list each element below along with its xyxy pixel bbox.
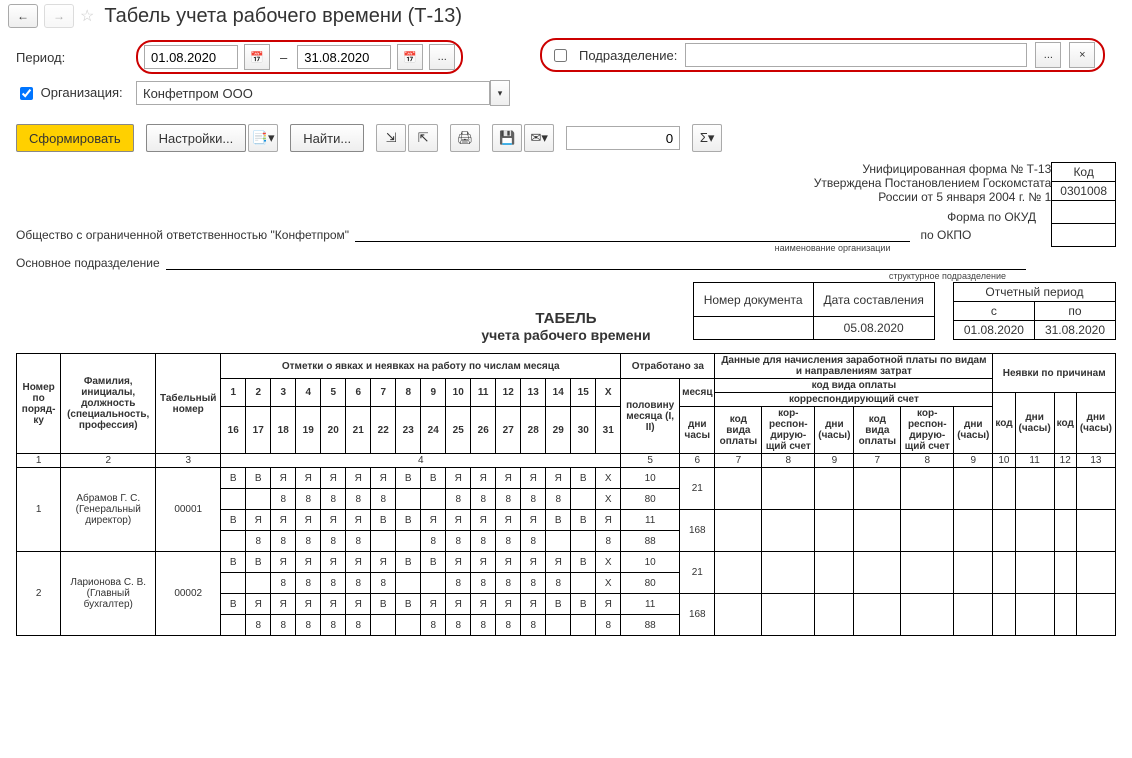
page-title: Табель учета рабочего времени (Т-13) <box>104 5 462 28</box>
form-line2: Утверждена Постановлением Госкомстата <box>16 176 1116 190</box>
col-abs-days1: дни (часы) <box>1015 393 1054 454</box>
settings-button[interactable]: Настройки... <box>146 124 247 152</box>
col-abs-days2: дни (часы) <box>1076 393 1115 454</box>
col-payroll: Данные для начисления заработной платы п… <box>715 354 993 379</box>
col-num: Номер по поряд-ку <box>17 354 61 454</box>
dept-name: Основное подразделение <box>16 256 160 270</box>
col-month: месяц <box>680 379 715 407</box>
report-subtitle: учета рабочего времени <box>16 327 1116 343</box>
col-pc1: код вида оплаты <box>715 407 762 454</box>
doc-num <box>693 317 813 340</box>
col-hours: часы <box>682 430 712 441</box>
col-worked: Отработано за <box>621 354 715 379</box>
dept-sub: структурное подразделение <box>889 271 1006 281</box>
organization-input[interactable]: Конфетпром ООО <box>136 81 490 105</box>
period-hdr: Отчетный период <box>953 283 1115 302</box>
organization-row: Организация: <box>16 84 136 103</box>
subdivision-clear-button[interactable]: × <box>1069 42 1095 68</box>
org-name: Общество с ограниченной ответственностью… <box>16 228 349 242</box>
organization-checkbox[interactable] <box>20 87 33 100</box>
settings-variants-icon[interactable]: 📑▾ <box>248 124 278 152</box>
col-ca2: кор-респон-дирую-щий счет <box>901 407 954 454</box>
doc-num-hdr: Номер документа <box>693 283 813 317</box>
form-line1: Унифицированная форма № Т-13 <box>16 162 1116 176</box>
col-abs-code1: код <box>993 393 1015 454</box>
form-line3: России от 5 января 2004 г. № 1 <box>16 190 1116 204</box>
col-abs-code2: код <box>1054 393 1076 454</box>
subdivision-select-button[interactable]: ... <box>1035 42 1061 68</box>
timesheet-table: Номер по поряд-ку Фамилия, инициалы, дол… <box>16 353 1116 636</box>
report-title: ТАБЕЛЬ <box>16 310 1116 327</box>
subdivision-checkbox[interactable] <box>554 49 567 62</box>
col-x: X <box>596 379 621 407</box>
print-icon[interactable]: 🖨 <box>450 124 480 152</box>
codes-table: Код 0301008 <box>1051 162 1116 247</box>
number-input[interactable] <box>566 126 680 150</box>
col-absence: Неявки по причинам <box>993 354 1116 393</box>
back-button[interactable]: ← <box>8 4 38 28</box>
period-select-button[interactable]: ... <box>429 44 455 70</box>
find-button[interactable]: Найти... <box>290 124 364 152</box>
form-button[interactable]: Сформировать <box>16 124 134 152</box>
col-dh2: дни (часы) <box>954 407 993 454</box>
col-marks: Отметки о явках и неявках на работу по ч… <box>221 354 621 379</box>
email-icon[interactable]: ✉▾ <box>524 124 554 152</box>
doc-date: 05.08.2020 <box>813 317 934 340</box>
extra-code <box>1052 224 1116 247</box>
calendar-from-icon[interactable]: 📅 <box>244 44 270 70</box>
form-info: Унифицированная форма № Т-13 Утверждена … <box>16 162 1116 204</box>
doc-date-hdr: Дата составления <box>813 283 934 317</box>
col-tab: Табельный номер <box>156 354 221 454</box>
sum-icon[interactable]: Σ▾ <box>692 124 722 152</box>
date-from-input[interactable] <box>144 45 238 69</box>
calendar-to-icon[interactable]: 📅 <box>397 44 423 70</box>
period-highlight: 📅 – 📅 ... <box>136 40 463 74</box>
col-name: Фамилия, инициалы, должность (специально… <box>61 354 156 454</box>
okpo-label: по ОКПО <box>920 228 971 242</box>
col-pc2: код вида оплаты <box>854 407 901 454</box>
organization-dropdown-icon[interactable]: ▾ <box>490 80 510 106</box>
collapse-icon[interactable]: ⇱ <box>408 124 438 152</box>
period-dash: – <box>276 50 291 65</box>
okud-value: 0301008 <box>1052 182 1116 201</box>
col-half: половину месяца (I, II) <box>621 379 680 454</box>
col-days: дни <box>682 419 712 430</box>
period-from-hdr: с <box>953 302 1034 321</box>
col-paycode: код вида оплаты <box>715 379 993 393</box>
period-to: 31.08.2020 <box>1034 321 1115 340</box>
favorite-star-icon[interactable]: ☆ <box>80 6 94 26</box>
period-to-hdr: по <box>1034 302 1115 321</box>
date-to-input[interactable] <box>297 45 391 69</box>
period-label: Период: <box>16 50 136 65</box>
expand-icon[interactable]: ⇲ <box>376 124 406 152</box>
col-corr: корреспондирующий счет <box>715 393 993 407</box>
save-icon[interactable]: 💾 <box>492 124 522 152</box>
period-table: Отчетный период спо 01.08.202031.08.2020 <box>953 282 1116 340</box>
period-from: 01.08.2020 <box>953 321 1034 340</box>
organization-label: Организация: <box>41 84 123 99</box>
forward-button[interactable]: → <box>44 4 74 28</box>
okud-label: Форма по ОКУД <box>16 210 1116 224</box>
col-dh1: дни (часы) <box>815 407 854 454</box>
col-ca1: кор-респон-дирую-щий счет <box>762 407 815 454</box>
subdivision-label: Подразделение: <box>579 48 677 63</box>
org-sub: наименование организации <box>775 243 891 253</box>
okpo-value <box>1052 201 1116 224</box>
subdivision-input[interactable] <box>685 43 1027 67</box>
subdivision-highlight: Подразделение: ... × <box>540 38 1105 72</box>
doc-info-table: Номер документаДата составления 05.08.20… <box>693 282 935 340</box>
code-header: Код <box>1052 163 1116 182</box>
